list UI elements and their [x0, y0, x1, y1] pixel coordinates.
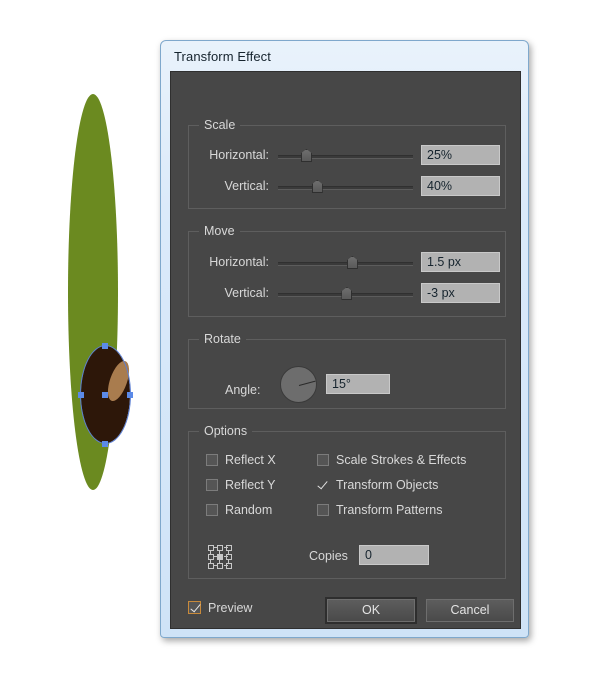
cancel-button[interactable]: Cancel: [426, 599, 514, 622]
checkbox-reflect-y[interactable]: Reflect Y: [206, 478, 276, 496]
angle-dial-needle: [298, 380, 316, 386]
anchor-handle-center[interactable]: [102, 392, 108, 398]
reference-point-tl[interactable]: [208, 545, 214, 551]
checkbox-random-label: Random: [225, 503, 273, 517]
reference-point-tr[interactable]: [226, 545, 232, 551]
reference-point-tc[interactable]: [217, 545, 223, 551]
scale-group: Scale Horizontal: 25% Vertical: 40%: [188, 118, 506, 209]
rotate-group-label: Rotate: [199, 332, 246, 346]
scale-group-label: Scale: [199, 118, 241, 132]
checkbox-transform-objects-label: Transform Objects: [336, 478, 439, 492]
anchor-handle-right[interactable]: [127, 392, 133, 398]
scale-horizontal-label: Horizontal:: [209, 148, 269, 162]
scale-horizontal-input[interactable]: 25%: [421, 145, 500, 165]
reference-point-br[interactable]: [226, 563, 232, 569]
anchor-handle-bottom[interactable]: [102, 441, 108, 447]
checkbox-transform-objects-box[interactable]: [317, 479, 329, 491]
move-vertical-label: Vertical:: [224, 286, 269, 300]
reference-point-bl[interactable]: [208, 563, 214, 569]
move-vertical-input[interactable]: -3 px: [421, 283, 500, 303]
checkbox-reflect-x[interactable]: Reflect X: [206, 453, 276, 471]
scale-vertical-label: Vertical:: [224, 179, 269, 193]
checkbox-reflect-x-box[interactable]: [206, 454, 218, 466]
reference-point-grid-icon[interactable]: [208, 545, 233, 570]
checkbox-reflect-y-box[interactable]: [206, 479, 218, 491]
dialog-title: Transform Effect: [174, 49, 271, 64]
transform-effect-dialog: Transform Effect Scale Horizontal: 25% V…: [160, 40, 529, 638]
scale-vertical-slider[interactable]: [278, 180, 413, 193]
move-vertical-slider-thumb[interactable]: [341, 287, 353, 300]
checkbox-scale-strokes-effects[interactable]: Scale Strokes & Effects: [317, 453, 466, 471]
options-group-label: Options: [199, 424, 253, 438]
move-group-label: Move: [199, 224, 240, 238]
copies-input[interactable]: 0: [359, 545, 429, 565]
move-horizontal-row: Horizontal: 1.5 px: [189, 252, 505, 273]
angle-dial-icon[interactable]: [280, 366, 317, 403]
scale-vertical-slider-thumb[interactable]: [311, 180, 323, 193]
rotate-group: Rotate Angle: 15°: [188, 332, 506, 409]
scale-vertical-input[interactable]: 40%: [421, 176, 500, 196]
move-horizontal-slider[interactable]: [278, 256, 413, 269]
move-group: Move Horizontal: 1.5 px Vertical: -3 px: [188, 224, 506, 317]
move-horizontal-slider-thumb[interactable]: [346, 256, 358, 269]
dialog-body: Scale Horizontal: 25% Vertical: 40% Move…: [170, 71, 521, 629]
preview-checkbox-box[interactable]: [188, 601, 201, 614]
scale-vertical-row: Vertical: 40%: [189, 176, 505, 197]
scale-horizontal-slider-thumb[interactable]: [300, 149, 312, 162]
angle-input[interactable]: 15°: [326, 374, 390, 394]
checkbox-transform-objects[interactable]: Transform Objects: [317, 478, 438, 496]
checkbox-random-box[interactable]: [206, 504, 218, 516]
move-horizontal-label: Horizontal:: [209, 255, 269, 269]
checkbox-transform-patterns-box[interactable]: [317, 504, 329, 516]
reference-point-mr[interactable]: [226, 554, 232, 560]
angle-label: Angle:: [225, 383, 261, 397]
artboard[interactable]: [0, 0, 170, 679]
reference-point-bc[interactable]: [217, 563, 223, 569]
checkbox-reflect-y-label: Reflect Y: [225, 478, 276, 492]
checkbox-random[interactable]: Random: [206, 503, 272, 521]
checkbox-scale-strokes-effects-box[interactable]: [317, 454, 329, 466]
move-vertical-slider[interactable]: [278, 287, 413, 300]
reference-point-ml[interactable]: [208, 554, 214, 560]
dialog-titlebar[interactable]: Transform Effect: [161, 41, 528, 71]
anchor-handle-top[interactable]: [102, 343, 108, 349]
reference-point-center[interactable]: [217, 554, 223, 560]
anchor-handle-left[interactable]: [78, 392, 84, 398]
copies-label: Copies: [309, 549, 348, 563]
scale-horizontal-row: Horizontal: 25%: [189, 145, 505, 166]
preview-checkbox-label: Preview: [208, 601, 253, 615]
move-vertical-row: Vertical: -3 px: [189, 283, 505, 304]
preview-checkbox[interactable]: Preview: [188, 601, 252, 615]
screen: Transform Effect Scale Horizontal: 25% V…: [0, 0, 600, 679]
checkbox-transform-patterns[interactable]: Transform Patterns: [317, 503, 443, 521]
options-group: Options Reflect X Reflect Y Random Scale…: [188, 424, 506, 579]
ok-button[interactable]: OK: [325, 597, 417, 624]
move-horizontal-input[interactable]: 1.5 px: [421, 252, 500, 272]
checkbox-scale-strokes-effects-label: Scale Strokes & Effects: [336, 453, 467, 467]
checkbox-transform-patterns-label: Transform Patterns: [336, 503, 443, 517]
scale-horizontal-slider[interactable]: [278, 149, 413, 162]
checkbox-reflect-x-label: Reflect X: [225, 453, 276, 467]
